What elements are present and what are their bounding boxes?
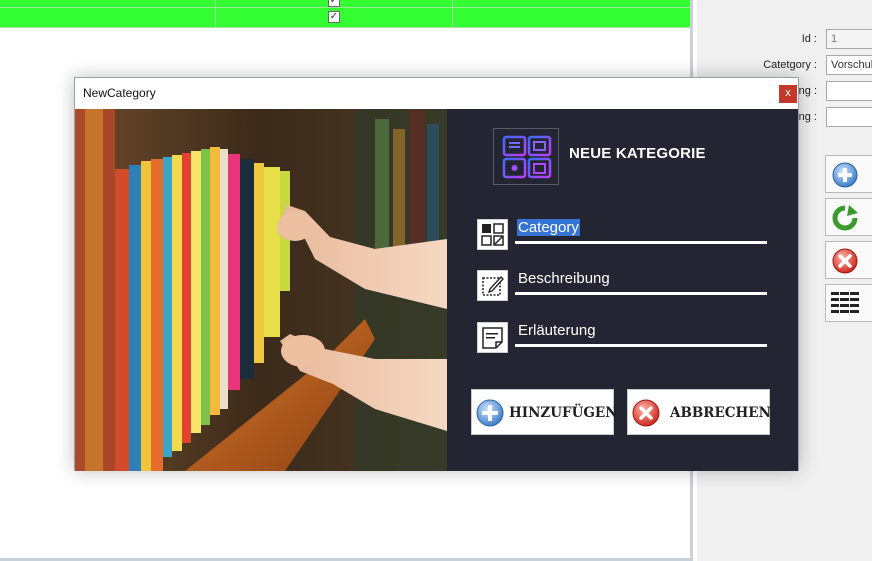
dialog-title: NewCategory xyxy=(83,86,156,100)
id-label: Id : xyxy=(801,33,817,45)
description-input[interactable]: Beschreibung xyxy=(515,267,767,295)
field3-input[interactable] xyxy=(826,81,872,101)
category-icon xyxy=(477,219,508,250)
dashboard-icon xyxy=(502,135,552,179)
description-input-value: Beschreibung xyxy=(518,270,610,287)
explanation-input[interactable]: Erläuterung xyxy=(515,319,767,347)
new-category-dialog: NewCategory x NEUE KATEGORIE Category Be… xyxy=(74,77,799,471)
category-field[interactable]: Vorschule xyxy=(826,55,872,75)
category-input-value: Category xyxy=(517,219,580,236)
refresh-icon xyxy=(832,205,858,231)
bookshelf-image xyxy=(75,109,447,471)
cancel-icon xyxy=(632,399,660,427)
row-checkbox[interactable]: ✓ xyxy=(328,0,340,7)
dialog-heading: NEUE KATEGORIE xyxy=(569,145,706,162)
table-row[interactable]: ✓ xyxy=(0,8,690,28)
input-underline xyxy=(515,292,767,295)
cell-divider xyxy=(452,8,453,28)
close-button[interactable]: x xyxy=(779,85,797,103)
list-icon xyxy=(831,291,859,315)
id-field[interactable]: 1 xyxy=(826,29,872,49)
table-row[interactable]: ✓ xyxy=(0,0,690,8)
add-button-label: HINZUFÜGEN xyxy=(509,405,618,421)
add-button[interactable]: HINZUFÜGEN xyxy=(471,389,618,435)
category-input[interactable]: Category xyxy=(515,216,767,244)
input-underline xyxy=(515,241,767,244)
side-refresh-button[interactable] xyxy=(825,198,872,236)
cell-divider xyxy=(452,0,453,8)
add-icon xyxy=(476,399,504,427)
side-delete-button[interactable] xyxy=(825,241,872,279)
note-icon xyxy=(477,322,508,353)
edit-icon xyxy=(477,270,508,301)
cancel-button-label: ABBRECHEN xyxy=(670,405,771,421)
delete-icon xyxy=(832,248,858,274)
side-list-button[interactable] xyxy=(825,284,872,322)
cell-divider xyxy=(215,0,216,8)
library-photo xyxy=(75,109,447,471)
cell-divider xyxy=(215,8,216,28)
input-underline xyxy=(515,344,767,347)
form-panel: NEUE KATEGORIE Category Beschreibung Erl… xyxy=(447,109,798,471)
add-icon xyxy=(832,162,858,188)
explanation-input-value: Erläuterung xyxy=(518,322,596,339)
category-logo xyxy=(493,128,559,185)
field4-input[interactable] xyxy=(826,107,872,127)
row-checkbox[interactable]: ✓ xyxy=(328,11,340,23)
screen: ✓ ✓ Id : 1 Catetgory : Vorschule ung : n… xyxy=(0,0,872,561)
side-add-button[interactable] xyxy=(825,155,872,193)
cancel-button[interactable]: ABBRECHEN xyxy=(627,389,771,435)
dialog-titlebar[interactable]: NewCategory x xyxy=(75,78,798,109)
category-label: Catetgory : xyxy=(763,59,817,71)
